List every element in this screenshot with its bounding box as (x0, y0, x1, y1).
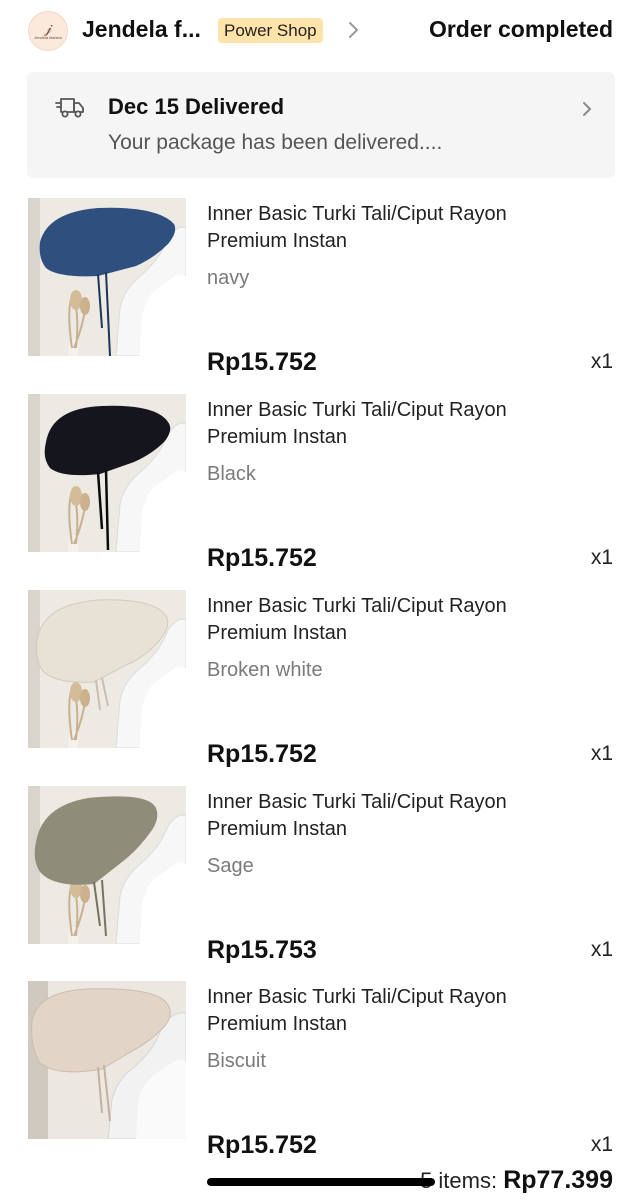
hijab-cap-image (28, 394, 186, 552)
product-title[interactable]: Inner Basic Turki Tali/Ciput Rayon Premi… (207, 201, 567, 255)
shop-logo-text: Jendela fashion (33, 34, 63, 40)
power-shop-badge: Power Shop (218, 18, 323, 43)
chevron-right-icon[interactable] (581, 99, 593, 119)
product-title[interactable]: Inner Basic Turki Tali/Ciput Rayon Premi… (207, 984, 567, 1038)
product-price: Rp15.752 (207, 348, 317, 376)
truck-icon (55, 98, 84, 118)
product-image[interactable] (28, 394, 186, 552)
product-title[interactable]: Inner Basic Turki Tali/Ciput Rayon Premi… (207, 593, 567, 647)
product-variant: Black (207, 463, 256, 485)
product-item[interactable]: Inner Basic Turki Tali/Ciput Rayon Premi… (0, 394, 642, 574)
product-item[interactable]: Inner Basic Turki Tali/Ciput Rayon Premi… (0, 590, 642, 770)
hijab-cap-image (28, 590, 186, 748)
hijab-cap-image (28, 981, 186, 1139)
hijab-cap-image (28, 786, 186, 944)
product-item[interactable]: Inner Basic Turki Tali/Ciput Rayon Premi… (0, 981, 642, 1161)
product-price: Rp15.753 (207, 936, 317, 964)
app-header: 𝒿 Jendela fashion Jendela f... Power Sho… (0, 0, 642, 62)
shop-logo-glyph: 𝒿 (44, 20, 52, 37)
product-price: Rp15.752 (207, 1131, 317, 1159)
product-item[interactable]: Inner Basic Turki Tali/Ciput Rayon Premi… (0, 786, 642, 966)
product-title[interactable]: Inner Basic Turki Tali/Ciput Rayon Premi… (207, 397, 567, 451)
product-image[interactable] (28, 590, 186, 748)
hijab-cap-image (28, 198, 186, 356)
product-quantity: x1 (590, 1133, 613, 1156)
product-variant: Biscuit (207, 1050, 266, 1072)
product-item[interactable]: Inner Basic Turki Tali/Ciput Rayon Premi… (0, 198, 642, 378)
product-variant: Broken white (207, 659, 323, 681)
order-total: Rp77.399 (503, 1166, 613, 1194)
shop-logo[interactable]: 𝒿 Jendela fashion (28, 11, 68, 51)
product-quantity: x1 (590, 938, 613, 961)
product-price: Rp15.752 (207, 740, 317, 768)
order-status: Order completed (428, 16, 613, 42)
product-image[interactable] (28, 786, 186, 944)
product-quantity: x1 (590, 742, 613, 765)
product-title[interactable]: Inner Basic Turki Tali/Ciput Rayon Premi… (207, 789, 567, 843)
delivery-title: Dec 15 Delivered (108, 94, 285, 119)
order-total-summary: 5 items: Rp77.399 (420, 1166, 613, 1195)
delivery-subtitle: Your package has been delivered.... (108, 131, 443, 154)
product-variant: navy (207, 267, 250, 289)
product-price: Rp15.752 (207, 544, 317, 572)
chevron-right-icon[interactable] (347, 18, 361, 42)
product-variant: Sage (207, 855, 254, 877)
product-quantity: x1 (590, 546, 613, 569)
home-indicator[interactable] (207, 1178, 435, 1186)
product-image[interactable] (28, 198, 186, 356)
product-image[interactable] (28, 981, 186, 1139)
shop-name[interactable]: Jendela f... (82, 16, 201, 43)
product-quantity: x1 (590, 350, 613, 373)
delivery-status-card[interactable]: Dec 15 Delivered Your package has been d… (27, 72, 615, 178)
